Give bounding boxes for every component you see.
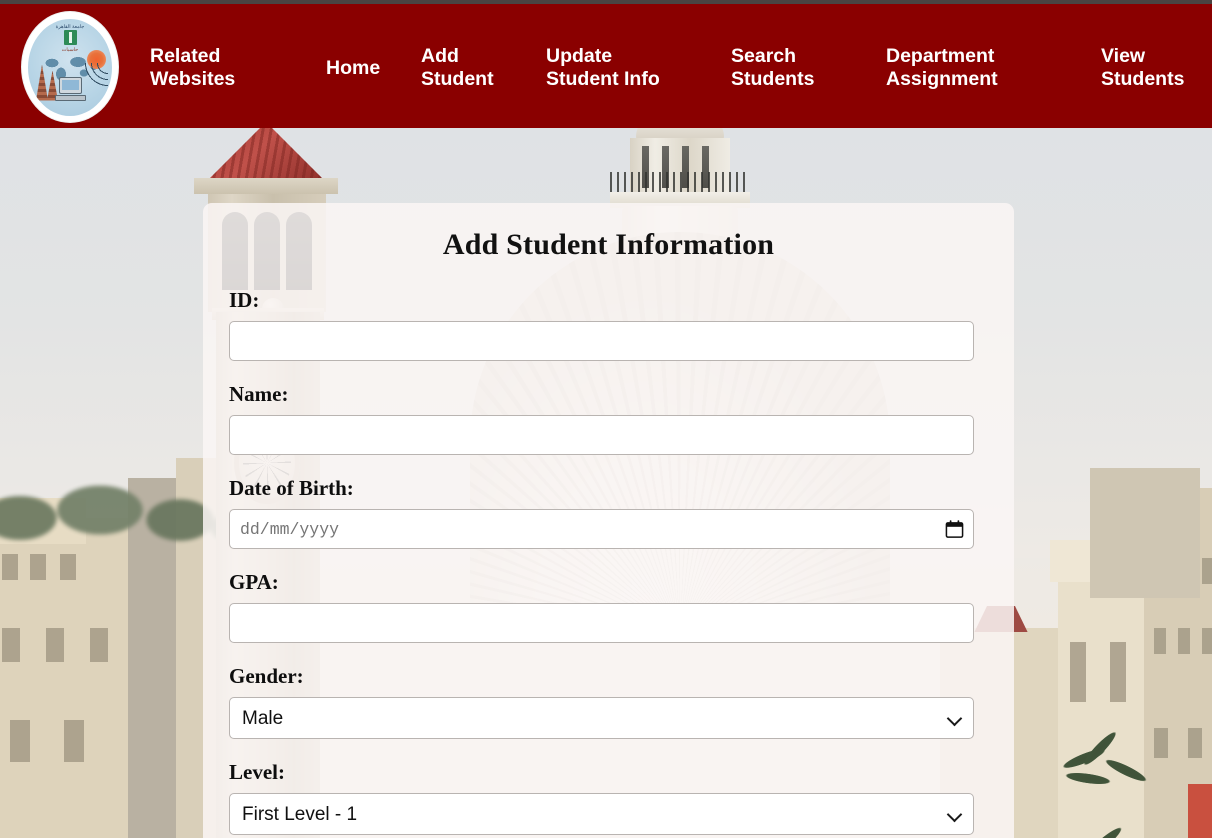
add-student-form-card: Add Student Information ID: Name: Date o… xyxy=(203,203,1014,838)
emblem-book-icon xyxy=(64,29,77,45)
field-name: Name: xyxy=(229,382,988,455)
main-navigation-bar: جامعة القاهرة حاسبات Related Websites Ho… xyxy=(0,4,1212,128)
emblem-computer-base-icon xyxy=(55,94,86,101)
label-id: ID: xyxy=(229,288,260,312)
distant-apartment-block xyxy=(1090,468,1200,598)
label-gpa: GPA: xyxy=(229,570,279,594)
nav-item-department-assignment[interactable]: Department Assignment xyxy=(886,45,1101,91)
field-gender: Gender: MaleFemale xyxy=(229,664,988,739)
emblem-network-arcs-icon xyxy=(82,62,108,97)
label-date-of-birth: Date of Birth: xyxy=(229,476,354,500)
gender-select[interactable]: MaleFemale xyxy=(229,697,974,739)
field-gpa: GPA: xyxy=(229,570,988,643)
page-root: جامعة القاهرة حاسبات Related Websites Ho… xyxy=(0,0,1212,838)
gender-select-wrapper: MaleFemale xyxy=(229,697,974,739)
nav-item-view-students[interactable]: View Students xyxy=(1101,45,1212,91)
nav-item-related-websites[interactable]: Related Websites xyxy=(150,45,326,91)
field-id: ID: xyxy=(229,288,988,361)
university-logo[interactable]: جامعة القاهرة حاسبات xyxy=(22,12,118,122)
emblem-computer-icon xyxy=(59,76,82,94)
field-date-of-birth: Date of Birth: xyxy=(229,476,988,549)
nav-links: Related Websites Home Add Student Update… xyxy=(150,4,1212,132)
nav-item-home[interactable]: Home xyxy=(326,57,421,80)
university-emblem-icon: جامعة القاهرة حاسبات xyxy=(28,18,112,116)
field-level: Level: First Level - 1Second Level - 2Th… xyxy=(229,760,988,835)
name-input[interactable] xyxy=(229,415,974,455)
palm-tree-lower xyxy=(1019,811,1180,838)
label-gender: Gender: xyxy=(229,664,304,688)
nav-item-update-student-info[interactable]: Update Student Info xyxy=(546,45,731,91)
nav-item-add-student[interactable]: Add Student xyxy=(421,45,546,91)
label-level: Level: xyxy=(229,760,285,784)
date-of-birth-input[interactable] xyxy=(229,509,974,549)
gpa-input[interactable] xyxy=(229,603,974,643)
emblem-arabic-top-text: جامعة القاهرة xyxy=(55,23,85,30)
label-name: Name: xyxy=(229,382,289,406)
date-input-wrapper xyxy=(229,509,974,549)
level-select-wrapper: First Level - 1Second Level - 2Third Lev… xyxy=(229,793,974,835)
palm-tree-upper xyxy=(1045,715,1172,838)
nav-item-search-students[interactable]: Search Students xyxy=(731,45,886,91)
level-select[interactable]: First Level - 1Second Level - 2Third Lev… xyxy=(229,793,974,835)
id-input[interactable] xyxy=(229,321,974,361)
page-title: Add Student Information xyxy=(442,228,775,261)
